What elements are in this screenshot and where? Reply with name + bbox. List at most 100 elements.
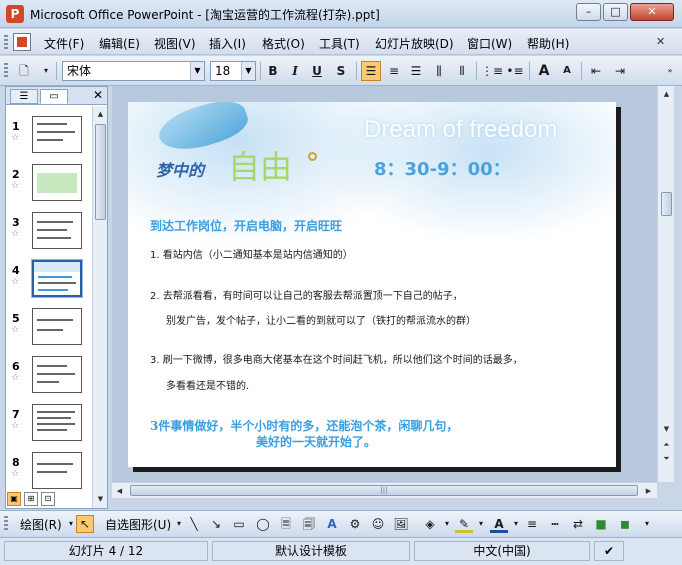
menu-insert[interactable]: 插入(I) [209,35,246,52]
tab-slides[interactable]: ▭ [40,89,68,104]
next-slide-icon[interactable]: ⏷ [660,452,673,465]
tab-outline[interactable]: ☰ [10,89,38,104]
normal-view-icon[interactable]: ▣ [7,492,21,506]
current-slide[interactable]: Dream of freedom 梦中的 自由 8：30-9：00： 到达工作岗… [128,102,616,467]
shadow-style-icon[interactable]: ■ [592,515,610,533]
text-shadow-button[interactable]: S [331,61,351,81]
minimize-button[interactable]: – [576,3,601,21]
chevron-down-icon[interactable]: ▾ [438,515,456,533]
slide-body-line-3[interactable]: 3. 刷一下微博，很多电商大佬基本在这个时间赶飞机，所以他们这个时间的话最多， [150,351,523,366]
main-horizontal-scrollbar[interactable]: ◀ ||| ▶ [112,482,657,498]
toolbar-overflow-icon[interactable]: » [660,61,680,81]
slide-thumbnail-7[interactable]: 7 ☆ [6,404,92,452]
slide-thumbnail-3[interactable]: 3 ☆ [6,212,92,260]
select-objects-icon[interactable]: ↖ [76,515,94,533]
powerpoint-app-icon[interactable]: P [6,5,24,23]
slide-body-line-2[interactable]: 2. 去帮派看看，有时间可以让自己的客服去帮派置顶一下自己的帖子， [150,287,463,302]
align-center-icon[interactable]: ≡ [384,61,404,81]
menu-file[interactable]: 文件(F) [44,35,84,52]
autoshapes-menu-button[interactable]: 自选图形(U) [105,516,171,533]
slide-body-line-3b[interactable]: 多看看还是不错的. [166,377,249,392]
scrollbar-thumb[interactable]: ||| [130,485,638,496]
insert-picture-icon[interactable]: 🖼 [392,515,410,533]
toolbar-overflow-icon[interactable]: ▾ [638,515,656,533]
diagram-icon[interactable]: ⚙ [346,515,364,533]
line-style-icon[interactable]: ≡ [523,515,541,533]
scroll-down-icon[interactable]: ▼ [94,492,107,506]
slide-closing-line-1[interactable]: 3件事情做好，半个小时有的多，还能泡个茶，闲聊几句， [150,417,458,434]
close-window-button[interactable]: ✕ [630,3,674,21]
line-icon[interactable]: ╲ [185,515,203,533]
scroll-right-icon[interactable]: ▶ [642,484,655,498]
columns-icon[interactable]: ⫴ [452,61,472,81]
maximize-button[interactable]: □ [603,3,628,21]
increase-indent-icon[interactable]: ⇥ [610,61,630,81]
arrow-style-icon[interactable]: ⇄ [569,515,587,533]
close-document-button[interactable]: ✕ [656,35,665,48]
align-left-icon[interactable]: ☰ [361,61,381,81]
distribute-text-icon[interactable]: ⫼ [429,61,449,81]
underline-button[interactable]: U [307,61,327,81]
font-size-select[interactable]: 18 ▼ [210,61,256,81]
decrease-font-size-button[interactable]: A [557,61,577,81]
slide-heading[interactable]: 到达工作岗位，开启电脑，开启旺旺 [150,217,342,234]
3d-style-icon[interactable]: ◼ [616,515,634,533]
scrollbar-thumb[interactable] [95,124,106,220]
scrollbar-thumb[interactable] [661,192,672,216]
draw-menu-button[interactable]: 绘图(R) [20,516,62,533]
main-vertical-scrollbar[interactable]: ▲ ▼ ⏶ ⏷ [657,86,674,482]
font-color-icon[interactable]: A [490,515,508,533]
slideshow-view-icon[interactable]: ⊡ [41,492,55,506]
menu-format[interactable]: 格式(O) [262,35,305,52]
slide-body-line-2b[interactable]: 别发广告，发个帖子，让小二看的到就可以了（铁打的帮派流水的群） [166,312,476,327]
slide-thumbnail-6[interactable]: 6 ☆ [6,356,92,404]
decrease-indent-icon[interactable]: ⇤ [586,61,606,81]
align-right-icon[interactable]: ☰ [406,61,426,81]
slide-body-line-1[interactable]: 1. 看站内信（小二通知基本是站内信通知的） [150,246,353,261]
chevron-down-icon[interactable]: ▼ [241,62,255,80]
fill-color-icon[interactable]: ◈ [421,515,439,533]
slide-thumbnail-5[interactable]: 5 ☆ [6,308,92,356]
toolbar-grip-handle[interactable] [4,63,8,79]
slide-thumbnail-1[interactable]: 1 ☆ [6,116,92,164]
slide-editing-area[interactable]: Dream of freedom 梦中的 自由 8：30-9：00： 到达工作岗… [112,86,657,482]
bulleted-list-icon[interactable]: •≡ [505,61,525,81]
slide-closing-line-2[interactable]: 美好的一天就开始了。 [256,433,376,450]
chevron-down-icon[interactable]: ▾ [472,515,490,533]
close-pane-icon[interactable]: ✕ [93,88,103,102]
slide-thumbnail-2[interactable]: 2 ☆ [6,164,92,212]
time-range-text[interactable]: 8：30-9：00： [374,155,511,181]
scroll-up-icon[interactable]: ▲ [660,87,673,101]
menu-slideshow[interactable]: 幻灯片放映(D) [375,35,454,52]
increase-font-size-button[interactable]: A [534,61,554,81]
bold-button[interactable]: B [263,61,283,81]
scroll-down-icon[interactable]: ▼ [660,422,673,436]
new-document-icon[interactable]: 🗋 [14,61,34,81]
previous-slide-icon[interactable]: ⏶ [660,438,673,451]
numbered-list-icon[interactable]: ⋮≡ [481,61,503,81]
italic-button[interactable]: I [285,61,305,81]
slide-thumbnail-4[interactable]: 4 ☆ [6,259,92,308]
slide-sorter-view-icon[interactable]: ⊞ [24,492,38,506]
spelling-check-icon[interactable]: ✔ [594,541,624,561]
menu-window[interactable]: 窗口(W) [467,35,512,52]
vertical-textbox-icon[interactable]: 🗐 [300,515,318,533]
scroll-left-icon[interactable]: ◀ [113,484,126,498]
scroll-up-icon[interactable]: ▲ [94,107,107,121]
font-name-select[interactable]: 宋体 ▼ [62,61,205,81]
toolbar-options-icon[interactable]: ▾ [36,61,56,81]
slides-pane-scrollbar[interactable]: ▲ ▼ [92,106,107,508]
menu-edit[interactable]: 编辑(E) [99,35,140,52]
menubar-grip-handle[interactable] [4,35,8,49]
menu-help[interactable]: 帮助(H) [527,35,569,52]
clip-art-icon[interactable]: ☺ [369,515,387,533]
arrow-icon[interactable]: ↘ [207,515,225,533]
textbox-icon[interactable]: 🗏 [277,515,295,533]
wordart-icon[interactable]: A [323,515,341,533]
dash-style-icon[interactable]: ┅ [546,515,564,533]
chevron-down-icon[interactable]: ▼ [190,62,204,80]
rectangle-icon[interactable]: ▭ [230,515,248,533]
document-icon[interactable] [13,33,31,51]
oval-icon[interactable]: ◯ [254,515,272,533]
menu-view[interactable]: 视图(V) [154,35,196,52]
